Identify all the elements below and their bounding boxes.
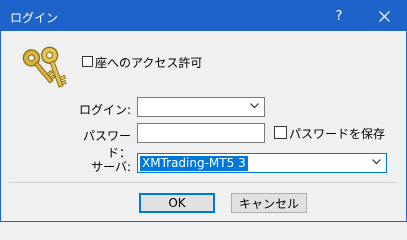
- server-combobox[interactable]: XMTrading-MT5 3: [137, 153, 387, 173]
- login-combobox[interactable]: [137, 97, 265, 117]
- keys-icon: [19, 43, 69, 102]
- access-permission-label: 座へのアクセス許可: [95, 56, 203, 70]
- chevron-down-icon: [250, 103, 259, 109]
- save-password-label: パスワードを保存: [289, 127, 386, 141]
- password-field[interactable]: [137, 123, 265, 143]
- save-password-checkbox[interactable]: [274, 126, 287, 139]
- cancel-button[interactable]: キャンセル: [231, 193, 307, 213]
- login-label: ログイン:: [78, 103, 131, 117]
- title-bar: ログイン ?: [1, 1, 406, 31]
- ok-button[interactable]: OK: [139, 193, 215, 213]
- server-label: サーバ:: [91, 160, 131, 174]
- access-checkbox-icon: [82, 56, 93, 67]
- close-button[interactable]: [364, 1, 404, 31]
- login-dialog: ログイン ? 座へのアクセス許可 ログイン: パスワード： パスワードを保存 サ…: [0, 0, 407, 222]
- window-title: ログイン: [10, 11, 59, 25]
- divider: [9, 182, 398, 183]
- help-icon: ?: [335, 8, 343, 24]
- chevron-down-icon: [372, 159, 381, 165]
- server-value: XMTrading-MT5 3: [140, 156, 248, 171]
- help-button[interactable]: ?: [319, 1, 359, 31]
- close-icon: [378, 10, 390, 22]
- password-label: パスワード：: [82, 129, 131, 160]
